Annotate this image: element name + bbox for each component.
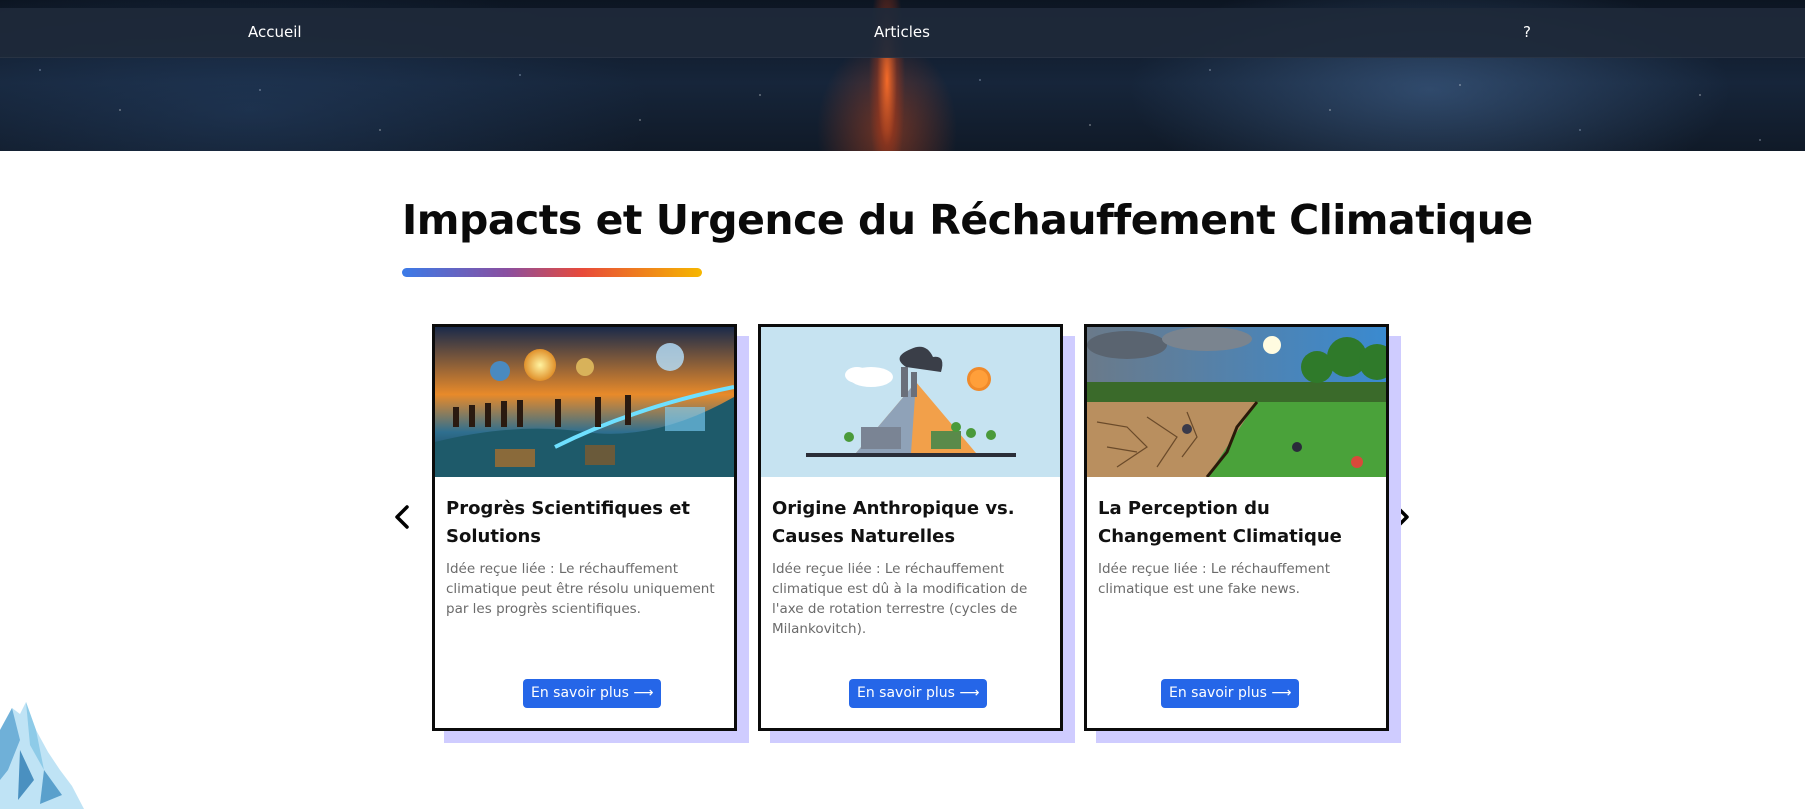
top-navbar: Accueil Articles ?	[0, 8, 1805, 58]
article-card-3: La Perception du Changement Climatique I…	[1084, 324, 1401, 743]
chevron-left-icon	[395, 505, 409, 529]
nav-link-articles[interactable]: Articles	[874, 23, 930, 41]
article-card-1: Progrès Scientifiques et Solutions Idée …	[432, 324, 749, 743]
article-card-2: Origine Anthropique vs. Causes Naturelle…	[758, 324, 1075, 743]
card-title: Origine Anthropique vs. Causes Naturelle…	[772, 498, 1015, 547]
iceberg-decoration	[0, 702, 84, 809]
title-gradient-underline	[402, 268, 702, 277]
card-title: Progrès Scientifiques et Solutions	[446, 498, 691, 547]
card-image-scientific-progress	[435, 327, 734, 477]
card-title: La Perception du Changement Climatique	[1098, 498, 1342, 547]
carousel-prev-button[interactable]	[390, 502, 414, 532]
card-image-drought-vs-green	[1087, 327, 1386, 477]
nav-link-help[interactable]: ?	[1523, 23, 1531, 41]
section-title: Impacts et Urgence du Réchauffement Clim…	[402, 196, 1533, 244]
nav-link-home[interactable]: Accueil	[248, 23, 302, 41]
read-more-button[interactable]: En savoir plus ⟶	[523, 679, 662, 708]
read-more-button[interactable]: En savoir plus ⟶	[849, 679, 988, 708]
hero-banner: Accueil Articles ?	[0, 0, 1805, 151]
read-more-button[interactable]: En savoir plus ⟶	[1161, 679, 1300, 708]
card-image-factory-volcano	[761, 327, 1060, 477]
card-description: Idée reçue liée : Le réchauffement clima…	[446, 561, 715, 617]
card-description: Idée reçue liée : Le réchauffement clima…	[772, 561, 1028, 637]
card-description: Idée reçue liée : Le réchauffement clima…	[1098, 561, 1330, 597]
